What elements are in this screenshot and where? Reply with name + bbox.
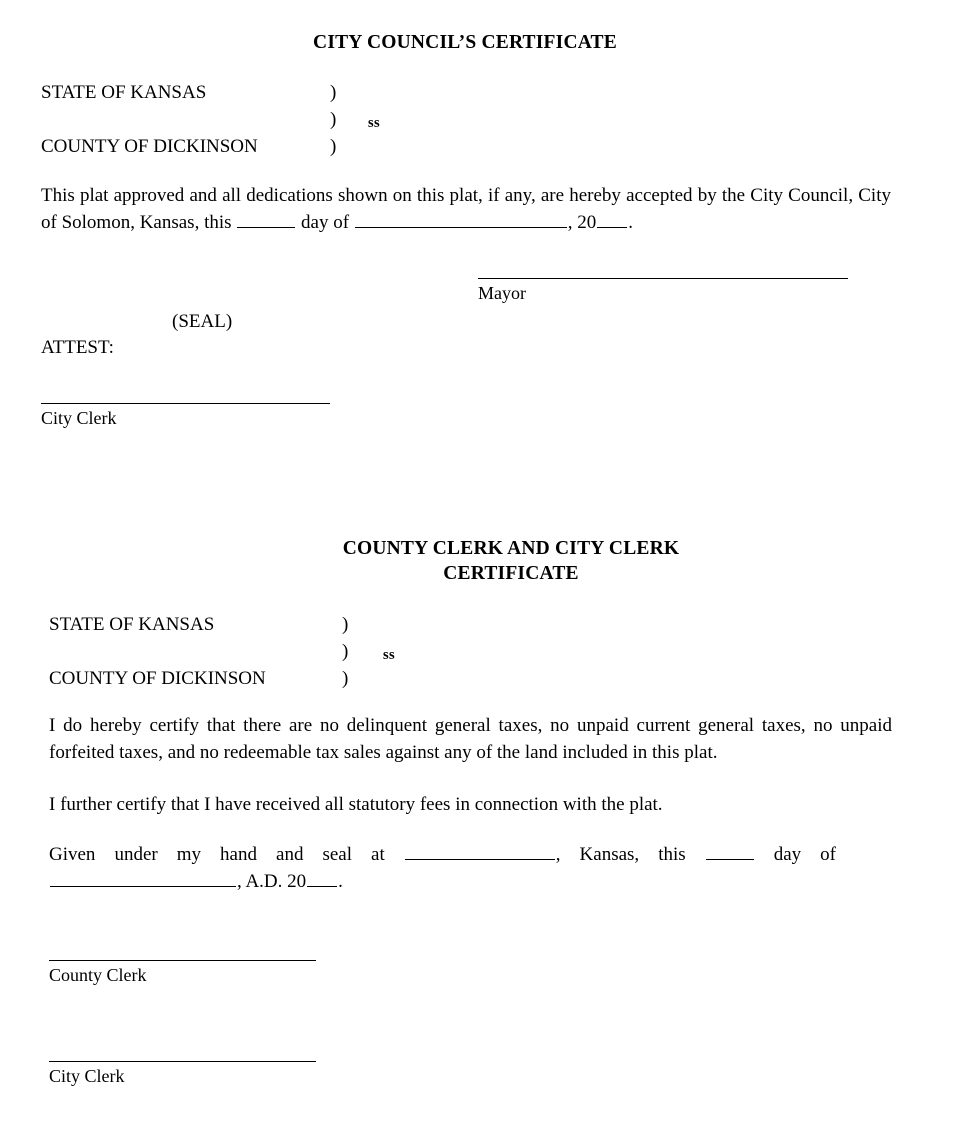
county-clerk-signature-label: County Clerk [49,965,147,985]
council-venue-paren-1: ) [330,82,337,103]
city-clerk-signature-label-council: City Clerk [41,408,117,428]
council-approval-text-part-4: . [628,212,634,233]
statutory-fees-paragraph: I further certify that I have received a… [49,794,663,815]
council-month-blank[interactable] [354,212,567,228]
council-approval-text-part-3: , 20 [567,212,597,233]
given-under-hand-paragraph: Given under my hand and seal at , Kansas… [49,841,836,895]
council-venue-ss-marker: ss [368,115,380,131]
clerks-state-label: STATE OF KANSAS [49,614,215,635]
given-month-blank[interactable] [50,871,236,887]
council-day-blank[interactable] [237,212,296,228]
attest-label: ATTEST: [41,337,114,358]
given-text-part-5: . [338,871,343,892]
given-day-blank[interactable] [705,844,754,860]
clerks-venue-ss-marker: ss [383,647,395,663]
county-clerk-signature-block: County Clerk [49,960,316,988]
given-text-part-2: , Kansas, this [555,844,705,865]
mayor-signature-label: Mayor [478,283,526,303]
council-state-label: STATE OF KANSAS [41,82,207,103]
council-venue-block: STATE OF KANSAS COUNTY OF DICKINSON ) ) … [41,79,461,163]
city-clerk-signature-label-clerks: City Clerk [49,1066,125,1086]
seal-placeholder-label: (SEAL) [172,311,233,332]
county-and-city-clerk-certificate-title: COUNTY CLERK AND CITY CLERK CERTIFICATE [342,538,680,584]
city-clerk-signature-block-clerks: City Clerk [49,1061,316,1089]
clerks-venue-paren-1: ) [342,614,349,635]
given-text-part-3: day of [754,844,836,865]
tax-certification-paragraph: I do hereby certify that there are no de… [49,715,892,763]
given-text-part-1: Given under my hand and seal at [49,844,404,865]
given-text-part-4: , A.D. 20 [237,871,307,892]
council-approval-text-part-2: day of [296,212,354,233]
clerks-venue-paren-3: ) [342,668,349,689]
document-page: CITY COUNCIL’S CERTIFICATE STATE OF KANS… [0,0,965,1133]
council-year-blank[interactable] [597,212,628,228]
council-approval-paragraph: This plat approved and all dedications s… [41,182,891,236]
clerks-county-label: COUNTY OF DICKINSON [49,668,266,689]
given-year-blank[interactable] [307,871,338,887]
mayor-signature-block: Mayor [478,278,848,306]
council-venue-paren-3: ) [330,136,337,157]
clerks-venue-paren-2: ) [342,641,349,662]
council-county-label: COUNTY OF DICKINSON [41,136,258,157]
city-clerk-signature-block-council: City Clerk [41,403,330,431]
city-council-certificate-title: CITY COUNCIL’S CERTIFICATE [313,32,617,53]
given-city-blank[interactable] [404,844,555,860]
clerks-venue-block: STATE OF KANSAS COUNTY OF DICKINSON ) ) … [49,611,469,695]
council-venue-paren-2: ) [330,109,337,130]
